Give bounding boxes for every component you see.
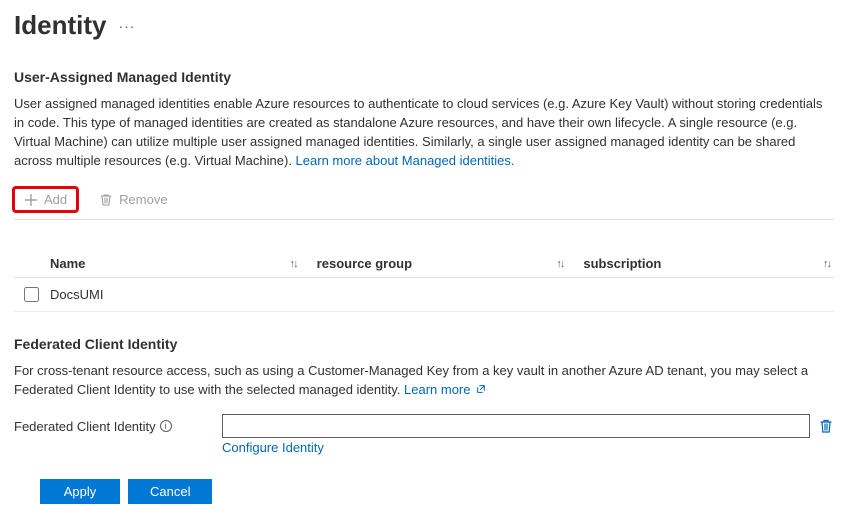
apply-button[interactable]: Apply xyxy=(40,479,120,504)
footer-buttons: Apply Cancel xyxy=(40,479,834,504)
add-button[interactable]: Add xyxy=(14,188,77,211)
external-link-icon xyxy=(476,384,486,394)
page-title: Identity xyxy=(14,10,106,41)
fci-field-row: Federated Client Identity i xyxy=(14,414,834,438)
fci-field-label: Federated Client Identity xyxy=(14,419,156,434)
sort-rg-icon[interactable]: ↑↓ xyxy=(556,258,563,270)
fci-heading: Federated Client Identity xyxy=(14,336,834,352)
col-sub-label: subscription xyxy=(583,256,661,271)
info-icon[interactable]: i xyxy=(160,420,172,432)
remove-button-label: Remove xyxy=(119,192,167,207)
sort-name-icon[interactable]: ↑↓ xyxy=(290,258,297,270)
identity-table: Name ↑↓ resource group ↑↓ subscription ↑… xyxy=(14,250,834,312)
fci-learn-more-text: Learn more xyxy=(404,382,470,397)
uami-toolbar: Add Remove xyxy=(14,184,834,220)
fci-description: For cross-tenant resource access, such a… xyxy=(14,362,834,400)
col-rg-label: resource group xyxy=(317,256,412,271)
plus-icon xyxy=(24,193,38,207)
table-header-row: Name ↑↓ resource group ↑↓ subscription ↑… xyxy=(14,250,834,278)
configure-identity-link[interactable]: Configure Identity xyxy=(222,440,324,455)
uami-heading: User-Assigned Managed Identity xyxy=(14,69,834,85)
add-button-label: Add xyxy=(44,192,67,207)
col-name-label: Name xyxy=(50,256,85,271)
cancel-button[interactable]: Cancel xyxy=(128,479,212,504)
uami-learn-more-link[interactable]: Learn more about Managed identities. xyxy=(296,153,515,168)
fci-input[interactable] xyxy=(222,414,810,438)
delete-icon[interactable] xyxy=(818,418,834,434)
row-name: DocsUMI xyxy=(50,287,103,302)
sort-sub-icon[interactable]: ↑↓ xyxy=(823,258,830,270)
trash-icon xyxy=(99,193,113,207)
more-actions-icon[interactable]: ··· xyxy=(118,18,135,34)
uami-description: User assigned managed identities enable … xyxy=(14,95,834,170)
table-row[interactable]: DocsUMI xyxy=(14,278,834,312)
row-checkbox[interactable] xyxy=(24,287,39,302)
fci-learn-more-link[interactable]: Learn more xyxy=(404,382,486,397)
remove-button[interactable]: Remove xyxy=(89,188,177,211)
